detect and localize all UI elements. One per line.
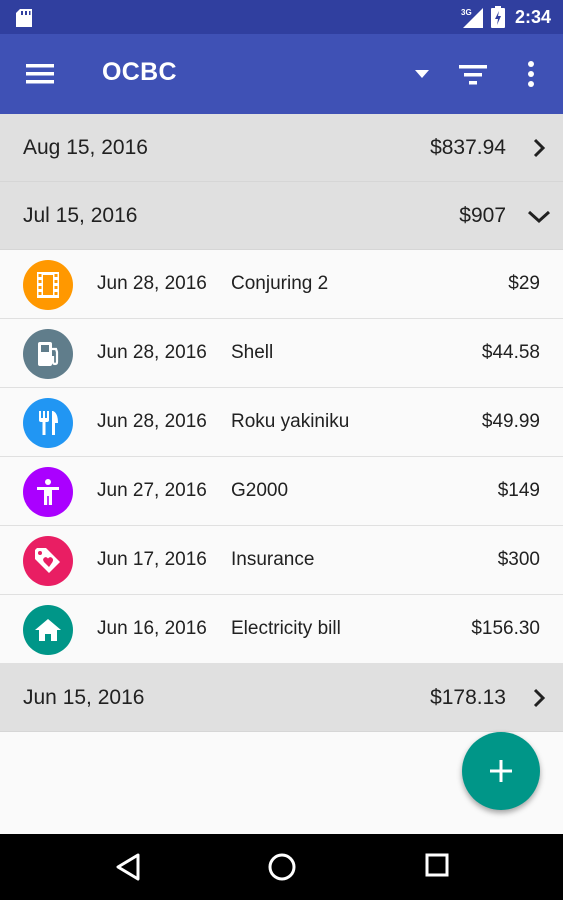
transaction-row[interactable]: Jun 28, 2016 Conjuring 2 $29 bbox=[0, 250, 563, 319]
group-header[interactable]: Jul 15, 2016 $907 bbox=[0, 182, 563, 250]
group-date: Aug 15, 2016 bbox=[23, 136, 148, 159]
transaction-amount: $156.30 bbox=[471, 618, 540, 639]
group-date: Jul 15, 2016 bbox=[23, 204, 138, 227]
clock: 2:34 bbox=[514, 6, 551, 27]
transaction-list: Aug 15, 2016 $837.94 Jul 15, 2016 $907 J… bbox=[0, 114, 563, 732]
transaction-payee: Electricity bill bbox=[231, 618, 341, 639]
system-nav-bar bbox=[0, 834, 563, 900]
back-icon[interactable] bbox=[114, 852, 142, 882]
battery-icon bbox=[490, 6, 505, 28]
transaction-date: Jun 28, 2016 bbox=[97, 273, 207, 294]
transaction-amount: $49.99 bbox=[481, 411, 540, 432]
transaction-date: Jun 27, 2016 bbox=[97, 480, 207, 501]
add-transaction-button[interactable] bbox=[462, 732, 540, 810]
status-bar: 3G 2:34 bbox=[0, 0, 563, 34]
account-title[interactable]: OCBC bbox=[102, 58, 177, 87]
recents-icon[interactable] bbox=[424, 852, 450, 878]
transaction-payee: Conjuring 2 bbox=[231, 273, 329, 294]
transaction-row[interactable]: Jun 27, 2016 G2000 $149 bbox=[0, 457, 563, 526]
app-bar: OCBC bbox=[0, 34, 563, 114]
category-badge bbox=[23, 467, 73, 517]
chevron-right-icon bbox=[533, 138, 546, 158]
group-header[interactable]: Jun 15, 2016 $178.13 bbox=[0, 664, 563, 732]
menu-icon[interactable] bbox=[26, 60, 56, 88]
person-icon bbox=[37, 479, 59, 505]
group-header[interactable]: Aug 15, 2016 $837.94 bbox=[0, 114, 563, 182]
category-badge bbox=[23, 260, 73, 310]
transaction-payee: Shell bbox=[231, 342, 274, 363]
filter-icon[interactable] bbox=[459, 63, 487, 87]
home-circle-icon[interactable] bbox=[267, 852, 297, 882]
category-badge bbox=[23, 605, 73, 655]
group-amount: $907 bbox=[459, 204, 506, 227]
dropdown-arrow-icon[interactable] bbox=[412, 68, 432, 80]
transaction-date: Jun 28, 2016 bbox=[97, 342, 207, 363]
category-badge bbox=[23, 536, 73, 586]
transaction-date: Jun 17, 2016 bbox=[97, 549, 207, 570]
film-icon bbox=[37, 272, 59, 298]
group-amount: $837.94 bbox=[430, 136, 506, 159]
more-vert-icon[interactable] bbox=[526, 60, 536, 88]
transaction-date: Jun 16, 2016 bbox=[97, 618, 207, 639]
category-badge bbox=[23, 398, 73, 448]
chevron-down-icon bbox=[527, 210, 551, 224]
gas-station-icon bbox=[38, 342, 59, 366]
transaction-row[interactable]: Jun 28, 2016 Roku yakiniku $49.99 bbox=[0, 388, 563, 457]
transaction-row[interactable]: Jun 16, 2016 Electricity bill $156.30 bbox=[0, 595, 563, 664]
plus-icon bbox=[490, 760, 512, 782]
transaction-amount: $29 bbox=[508, 273, 540, 294]
sd-card-icon bbox=[16, 9, 32, 27]
group-amount: $178.13 bbox=[430, 686, 506, 709]
transaction-payee: G2000 bbox=[231, 480, 289, 501]
transaction-row[interactable]: Jun 28, 2016 Shell $44.58 bbox=[0, 319, 563, 388]
chevron-right-icon bbox=[533, 688, 546, 708]
home-icon bbox=[35, 619, 61, 641]
transaction-amount: $44.58 bbox=[481, 342, 540, 363]
network-type-label: 3G bbox=[461, 8, 472, 17]
transaction-date: Jun 28, 2016 bbox=[97, 411, 207, 432]
category-badge bbox=[23, 329, 73, 379]
heart-tag-icon bbox=[35, 548, 60, 573]
group-date: Jun 15, 2016 bbox=[23, 686, 145, 709]
transaction-amount: $149 bbox=[497, 480, 540, 501]
transaction-amount: $300 bbox=[497, 549, 540, 570]
restaurant-icon bbox=[39, 411, 58, 435]
transaction-row[interactable]: Jun 17, 2016 Insurance $300 bbox=[0, 526, 563, 595]
transaction-payee: Roku yakiniku bbox=[231, 411, 350, 432]
signal-icon: 3G bbox=[461, 8, 483, 28]
transaction-payee: Insurance bbox=[231, 549, 315, 570]
